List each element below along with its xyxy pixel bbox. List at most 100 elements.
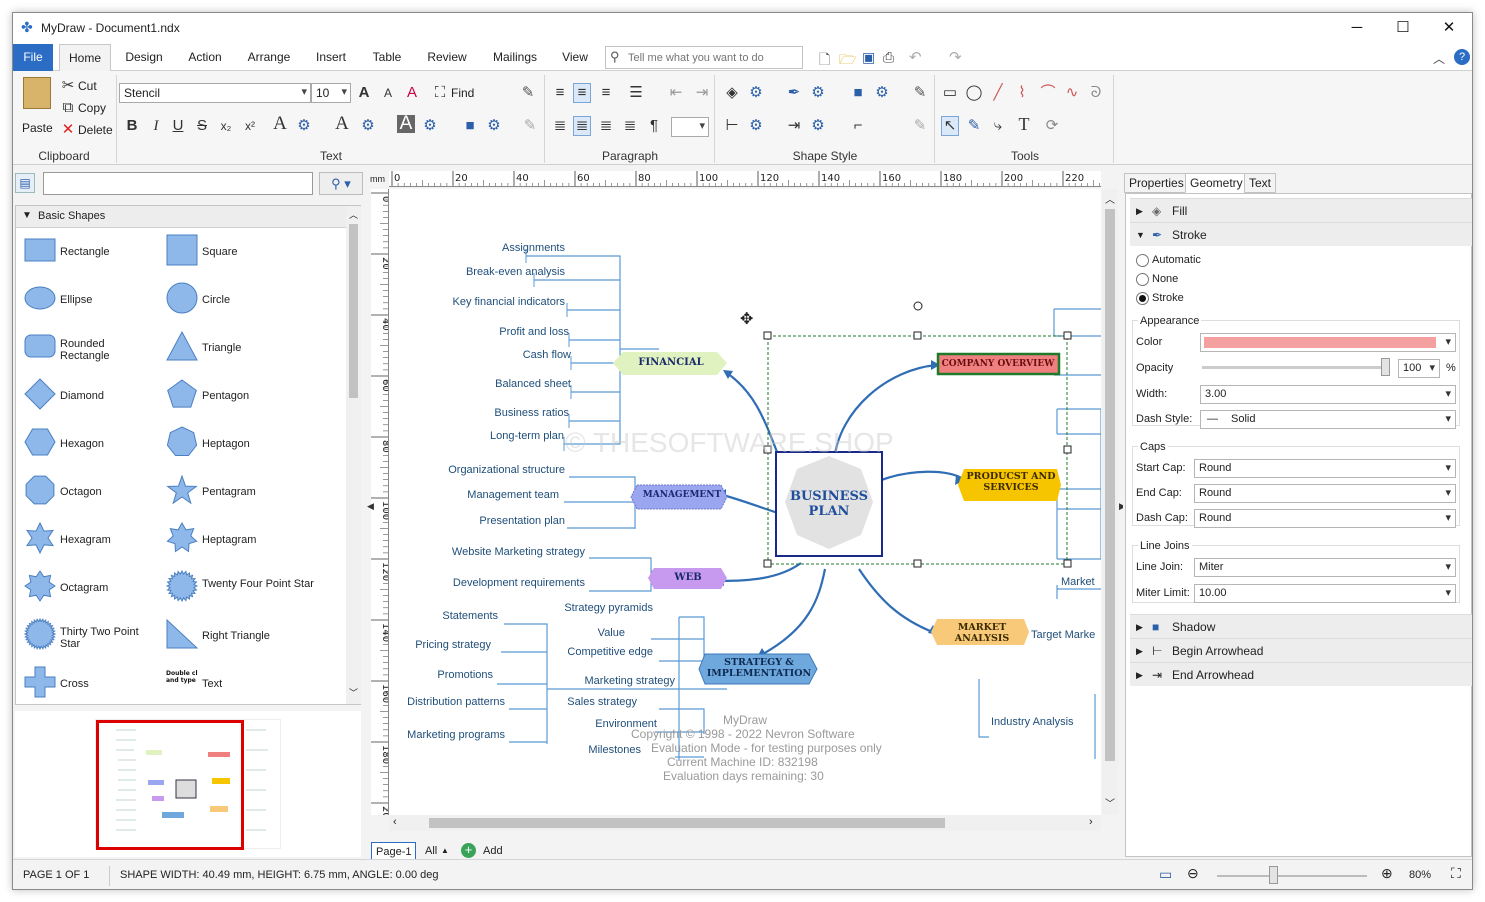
- pick-style-icon[interactable]: ✎: [911, 84, 929, 102]
- scroll-up-icon[interactable]: ︿: [1105, 191, 1115, 206]
- scrollbar[interactable]: ︿ ﹀: [346, 206, 361, 704]
- subscript-icon[interactable]: x₂: [217, 117, 235, 135]
- branch-market-analysis[interactable]: MARKET ANALYSIS: [937, 622, 1027, 644]
- horizontal-scrollbar[interactable]: ‹ ›: [389, 815, 1101, 831]
- align-center-icon[interactable]: ≣: [573, 116, 591, 136]
- radio-none[interactable]: [1136, 273, 1149, 286]
- tab-file[interactable]: File: [13, 44, 53, 71]
- opacity-spinner[interactable]: 100: [1398, 359, 1440, 378]
- redo-icon[interactable]: ↷: [949, 48, 962, 66]
- scroll-up-icon[interactable]: ︿: [349, 208, 358, 221]
- shape-label[interactable]: Text: [202, 678, 332, 690]
- collapse-left-icon[interactable]: ◀: [367, 501, 374, 512]
- navigator-panel[interactable]: [15, 711, 361, 857]
- font-size-combo[interactable]: 10: [311, 83, 351, 103]
- line-join-combo[interactable]: Miter: [1194, 558, 1456, 577]
- tab-text[interactable]: Text: [1244, 173, 1277, 193]
- copy-button[interactable]: Copy: [78, 101, 106, 115]
- branch-financial[interactable]: FINANCIAL: [623, 357, 719, 368]
- tab-home[interactable]: Home: [59, 44, 111, 72]
- zoom-slider-track[interactable]: [1217, 875, 1367, 877]
- bullets-icon[interactable]: ☰: [627, 84, 645, 102]
- delete-button[interactable]: Delete: [78, 123, 113, 137]
- fullscreen-icon[interactable]: ⛶: [1451, 865, 1461, 882]
- category-header[interactable]: ▼ Basic Shapes: [16, 206, 346, 228]
- close-button[interactable]: ✕: [1426, 13, 1472, 44]
- align-left-icon[interactable]: ≣: [551, 117, 569, 135]
- tab-table[interactable]: Table: [365, 44, 409, 71]
- lasso-tool-icon[interactable]: ⟳: [1043, 117, 1061, 135]
- branch-management[interactable]: MANAGEMENT: [635, 490, 729, 500]
- gear-icon[interactable]: ⚙: [747, 117, 765, 135]
- begin-arrowhead-section[interactable]: ▶ ⊢ Begin Arrowhead: [1130, 638, 1472, 662]
- paragraph-mark-icon[interactable]: ¶: [645, 117, 663, 135]
- line-spacing-combo[interactable]: [671, 117, 709, 137]
- shape-label[interactable]: Pentagon: [202, 390, 332, 402]
- find-button[interactable]: Find: [451, 86, 474, 100]
- square-icon[interactable]: [166, 234, 198, 269]
- shadow-icon[interactable]: ■: [849, 84, 867, 102]
- central-topic[interactable]: BUSINESS PLAN: [785, 489, 873, 519]
- decrease-indent-icon[interactable]: ⇤: [667, 84, 685, 102]
- tell-me-box[interactable]: ⚲: [605, 46, 803, 69]
- gear-icon[interactable]: ⚙: [809, 84, 827, 102]
- connector-tool-icon[interactable]: ⤷: [989, 117, 1007, 135]
- new-icon[interactable]: 🗋: [819, 49, 830, 73]
- viewport-rect[interactable]: [96, 720, 244, 850]
- heptagon-icon[interactable]: [166, 426, 198, 461]
- end-arrowhead-section[interactable]: ▶ ⇥ End Arrowhead: [1130, 662, 1472, 686]
- strikethrough-icon[interactable]: S: [193, 117, 211, 135]
- text-icon[interactable]: Double clickand type your text: [166, 666, 229, 701]
- add-page-icon[interactable]: +: [461, 843, 476, 858]
- twenty-four-point-star-icon[interactable]: [165, 569, 199, 605]
- curve-tool-icon[interactable]: ∿: [1063, 84, 1081, 102]
- diamond-icon[interactable]: [24, 378, 56, 413]
- shape-label[interactable]: Right Triangle: [202, 630, 332, 642]
- shape-label[interactable]: Octagon: [60, 486, 156, 498]
- rounded-rectangle-icon[interactable]: [24, 330, 56, 365]
- shape-label[interactable]: Pentagram: [202, 486, 332, 498]
- gear-icon[interactable]: ⚙: [295, 117, 313, 135]
- tell-me-input[interactable]: [628, 49, 798, 66]
- shape-label[interactable]: Circle: [202, 294, 332, 306]
- align-middle-icon[interactable]: ≡: [573, 83, 591, 103]
- branch-products-services[interactable]: PRODUCST AND SERVICES: [961, 471, 1061, 493]
- shape-label[interactable]: Square: [202, 246, 332, 258]
- gear-icon[interactable]: ⚙: [809, 117, 827, 135]
- align-top-icon[interactable]: ≡: [551, 84, 569, 102]
- shape-label[interactable]: Cross: [60, 678, 156, 690]
- scroll-thumb[interactable]: [1105, 209, 1115, 761]
- rectangle-tool-icon[interactable]: ▭: [941, 84, 959, 102]
- gear-icon[interactable]: ⚙: [421, 117, 439, 135]
- zoom-out-icon[interactable]: ⊖: [1187, 865, 1199, 882]
- fit-page-icon[interactable]: ▭: [1159, 866, 1172, 883]
- cross-icon[interactable]: [24, 666, 56, 701]
- style-painter-icon[interactable]: ✎: [911, 117, 929, 135]
- bold-icon[interactable]: B: [123, 117, 141, 135]
- begin-arrow-icon[interactable]: ⊢: [723, 117, 741, 135]
- font-combo[interactable]: Stencil: [119, 83, 311, 103]
- octagon-icon[interactable]: [24, 474, 56, 509]
- freeform-tool-icon[interactable]: ᘐ: [1087, 84, 1105, 102]
- gear-icon[interactable]: ⚙: [359, 117, 377, 135]
- shape-label[interactable]: Thirty Two Point Star: [60, 626, 156, 650]
- vertical-scrollbar[interactable]: ︿ ﹀: [1102, 189, 1118, 815]
- tab-view[interactable]: View: [557, 44, 593, 71]
- format-painter-icon[interactable]: ✎: [521, 117, 539, 135]
- collapse-ribbon-icon[interactable]: ︿: [1433, 50, 1445, 67]
- justify-icon[interactable]: ≣: [621, 117, 639, 135]
- clear-format-icon[interactable]: A: [403, 84, 421, 102]
- open-icon[interactable]: 🗁: [839, 49, 856, 73]
- text-tool-icon[interactable]: T: [1015, 115, 1033, 133]
- arc-tool-icon[interactable]: ⌒: [1039, 84, 1057, 102]
- pen-tool-icon[interactable]: ✎: [965, 117, 983, 135]
- opacity-slider-track[interactable]: [1202, 366, 1386, 369]
- tab-action[interactable]: Action: [181, 44, 229, 71]
- shape-label[interactable]: Hexagram: [60, 534, 156, 546]
- shrink-font-icon[interactable]: A: [379, 84, 397, 102]
- italic-icon[interactable]: I: [147, 117, 165, 135]
- stroke-section[interactable]: ▼ ✒ Stroke: [1130, 222, 1472, 246]
- scroll-right-icon[interactable]: ›: [1089, 816, 1093, 828]
- miter-limit-spinner[interactable]: 10.00: [1194, 584, 1456, 603]
- text-fill-icon[interactable]: A: [271, 114, 289, 133]
